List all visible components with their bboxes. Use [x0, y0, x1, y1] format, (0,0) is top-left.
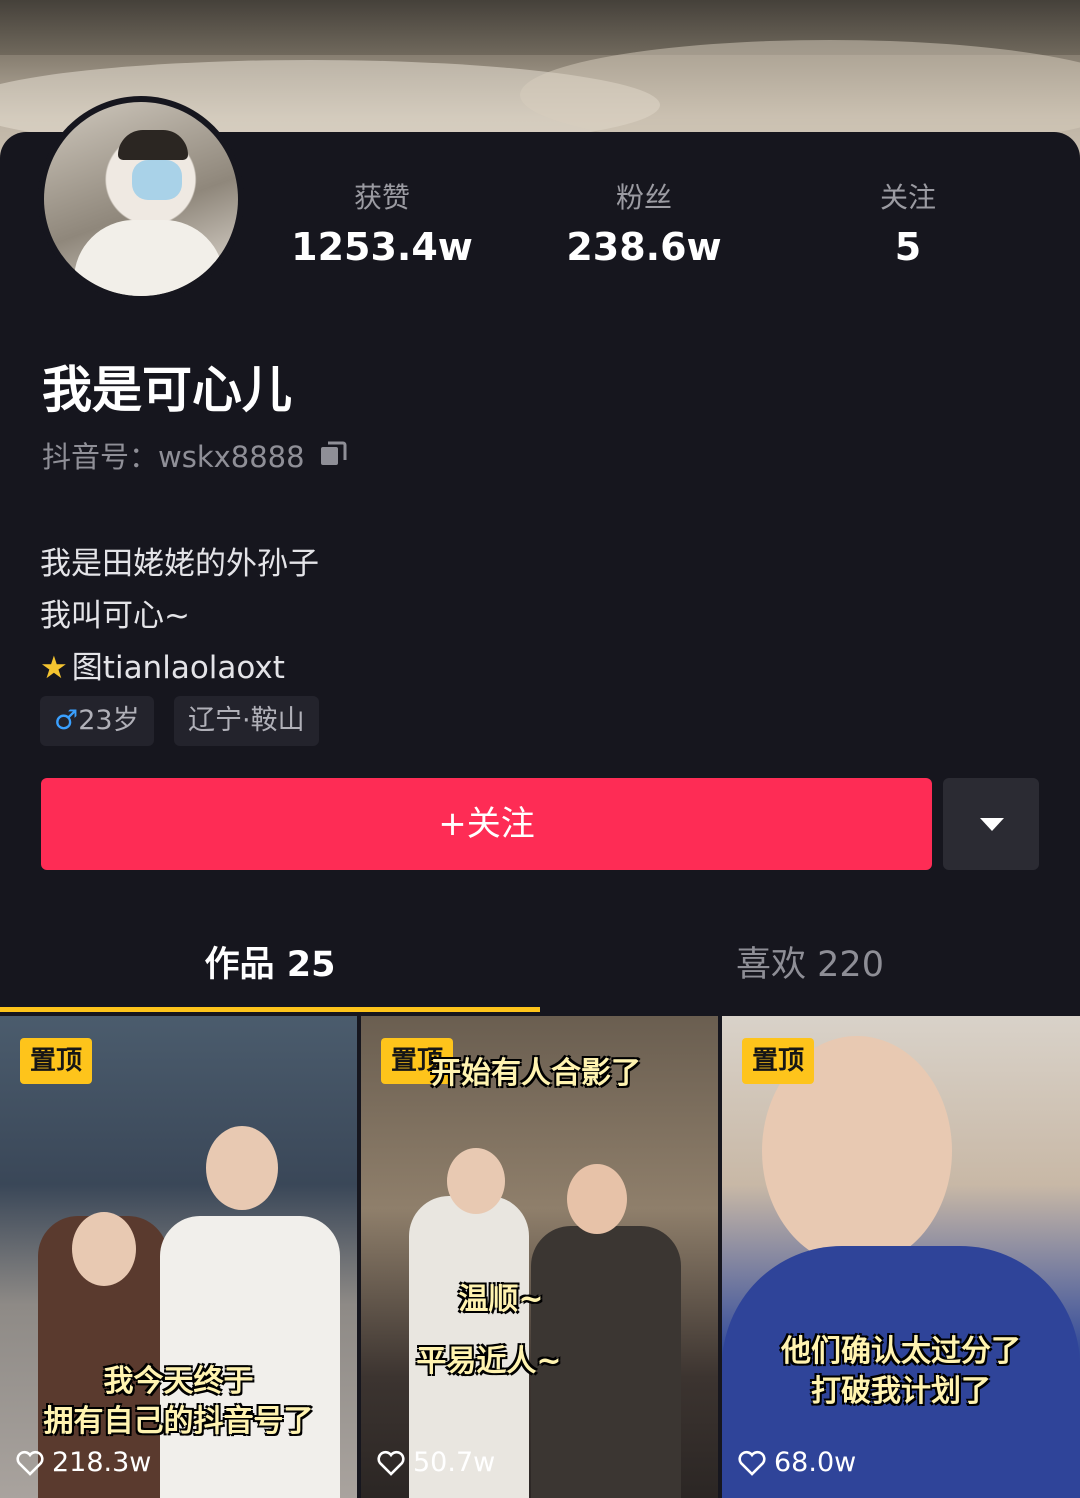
caption-line: 他们确认太过分了: [781, 1334, 1021, 1369]
bio-line-1: 我是田姥姥的外孙子: [40, 546, 319, 582]
stat-following-label: 关注: [879, 181, 936, 214]
caption-line: 我今天终于: [103, 1364, 254, 1399]
heart-icon: [377, 1450, 405, 1476]
tab-works[interactable]: 作品 25: [0, 940, 540, 990]
video-thumbnail-1[interactable]: 置顶 我今天终于 拥有自己的抖音号了 218.3w: [0, 1016, 357, 1498]
stat-following[interactable]: 关注 5: [798, 180, 1018, 272]
stat-followers-value: 238.6w: [566, 225, 722, 269]
follow-button[interactable]: +关注: [41, 778, 932, 870]
like-count-text: 50.7w: [413, 1447, 496, 1478]
star-icon: ★: [40, 650, 68, 686]
caption-line: 拥有自己的抖音号了: [43, 1404, 314, 1439]
avatar[interactable]: [38, 96, 244, 302]
more-options-button[interactable]: [943, 778, 1039, 870]
video-caption: 我今天终于 拥有自己的抖音号了: [0, 1362, 357, 1442]
pinned-badge: 置顶: [742, 1038, 815, 1084]
video-caption: 他们确认太过分了 打破我计划了: [722, 1332, 1080, 1412]
video-thumbnail-3[interactable]: 置顶 他们确认太过分了 打破我计划了 68.0w: [722, 1016, 1080, 1498]
caption-line: 打破我计划了: [811, 1374, 991, 1409]
like-count: 68.0w: [738, 1446, 856, 1480]
heart-icon: [738, 1450, 766, 1476]
stat-followers-label: 粉丝: [615, 181, 672, 214]
copy-icon[interactable]: [318, 438, 348, 468]
like-count: 50.7w: [377, 1446, 495, 1480]
video-caption-1: 温顺~: [458, 1282, 544, 1317]
male-icon: ♂: [54, 705, 79, 736]
profile-bio: 我是田姥姥的外孙子 我叫可心~ ★ 图tianlaolaoxt: [40, 538, 319, 694]
pinned-badge: 置顶: [20, 1038, 93, 1084]
like-count-text: 218.3w: [52, 1447, 152, 1478]
stat-following-value: 5: [894, 225, 922, 269]
bio-line-3: ★ 图tianlaolaoxt: [40, 642, 319, 694]
location-tag: 辽宁·鞍山: [174, 696, 319, 746]
video-grid: 置顶 我今天终于 拥有自己的抖音号了 218.3w 置顶 开始有人合影了 温顺~…: [0, 1016, 1080, 1498]
gender-age-tag: ♂23岁: [40, 696, 154, 746]
bio-line-2: 我叫可心~: [40, 598, 190, 634]
stat-likes[interactable]: 获赞 1253.4w: [272, 180, 492, 272]
stat-likes-value: 1253.4w: [291, 225, 473, 269]
video-caption-top: 开始有人合影了: [431, 1056, 641, 1091]
bio-line-3-text: 图tianlaolaoxt: [71, 650, 285, 686]
tab-active-indicator: [0, 1007, 540, 1012]
profile-name: 我是可心儿: [42, 361, 292, 419]
douyin-id: 抖音号：wskx8888: [42, 440, 305, 474]
age-text: 23岁: [78, 705, 140, 736]
triangle-down-icon: [980, 818, 1004, 831]
video-thumbnail-2[interactable]: 置顶 开始有人合影了 温顺~ 平易近人~ 50.7w: [361, 1016, 718, 1498]
video-caption-2: 平易近人~: [416, 1344, 562, 1379]
heart-icon: [16, 1450, 44, 1476]
like-count-text: 68.0w: [774, 1447, 857, 1478]
stat-followers[interactable]: 粉丝 238.6w: [534, 180, 754, 272]
tab-likes[interactable]: 喜欢 220: [540, 940, 1080, 990]
stat-likes-label: 获赞: [353, 181, 410, 214]
like-count: 218.3w: [16, 1446, 151, 1480]
